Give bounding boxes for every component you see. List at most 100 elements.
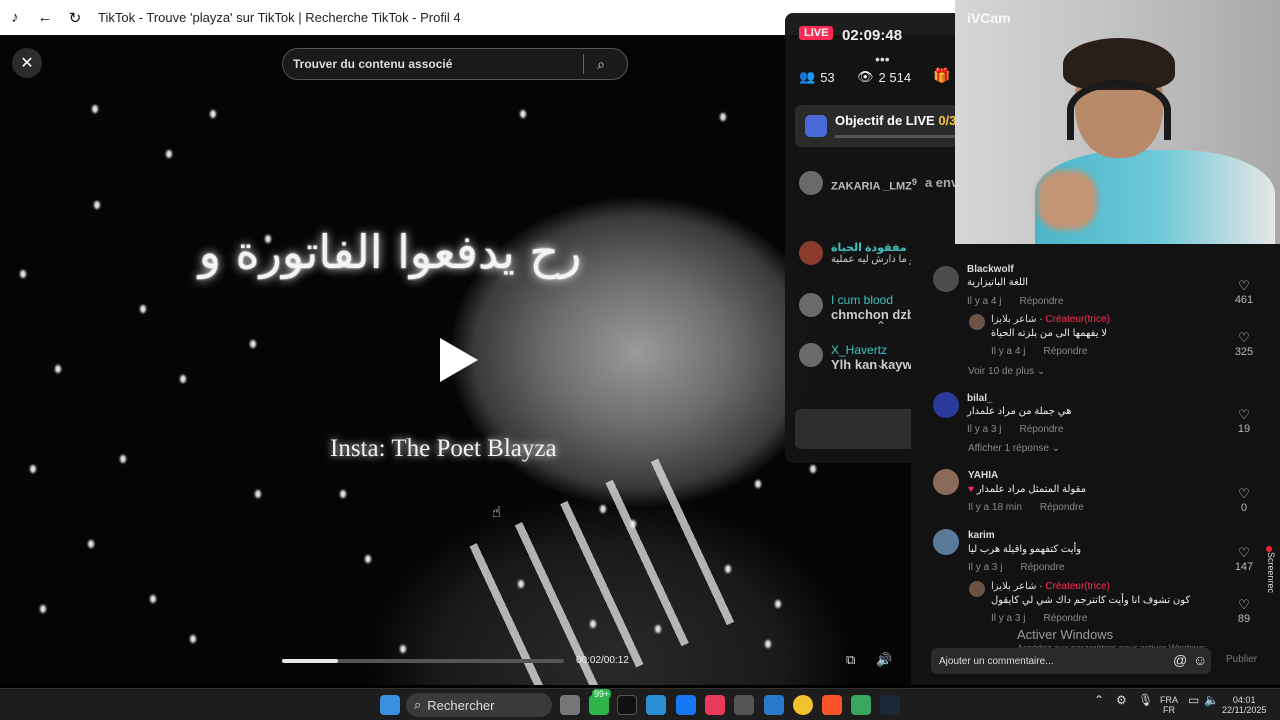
avatar[interactable]	[933, 392, 959, 418]
publish-button[interactable]: Publier	[1226, 654, 1257, 665]
chat-row: I cum blood chmchon dzb	[799, 293, 915, 322]
avatar[interactable]	[969, 314, 985, 330]
like-button[interactable]: ♡ 19	[1229, 407, 1259, 435]
video-player[interactable]: ✕ ⌕ رح يدفعوا الفاتورة و Insta: The Poet…	[0, 35, 911, 685]
comment-user[interactable]: karim	[968, 530, 995, 541]
reply-link[interactable]: Répondre	[1019, 296, 1063, 307]
comment-user[interactable]: Blackwolf	[967, 264, 1014, 275]
snow-particle	[190, 635, 196, 643]
heart-icon: ♡	[1238, 278, 1250, 293]
like-button[interactable]: ♡ 89	[1229, 597, 1259, 625]
reply-user[interactable]: شاعر بلايزا · Créateur(trice)	[991, 314, 1110, 325]
refresh-icon[interactable]: ↻	[60, 0, 90, 35]
comment-user[interactable]: YAHIA	[968, 470, 998, 481]
more-icon[interactable]: •••	[875, 51, 890, 67]
screen-icon[interactable]	[764, 695, 784, 715]
comment-meta: Il y a 4 j Répondre	[967, 296, 1063, 307]
like-button[interactable]: ♡ 147	[1229, 545, 1259, 573]
avatar[interactable]	[933, 469, 959, 495]
steam-icon[interactable]	[880, 695, 900, 715]
mic-icon[interactable]: 🎙	[1138, 694, 1153, 706]
reply-link[interactable]: Répondre	[1020, 562, 1064, 573]
windows-activation-title: Activer Windows	[1017, 627, 1114, 642]
language-indicator[interactable]: FRA FR	[1160, 695, 1178, 715]
reply-link[interactable]: Répondre	[1040, 502, 1084, 513]
network-icon[interactable]: ⚙	[1116, 694, 1127, 706]
chat-user: ZAKARIA _LMZ9	[831, 177, 917, 193]
back-icon[interactable]: ←	[30, 0, 60, 35]
chevron-up-icon[interactable]: ⌃	[1094, 694, 1104, 706]
avatar[interactable]	[969, 581, 985, 597]
app-icon[interactable]	[734, 695, 754, 715]
display-icon[interactable]: ▭	[1188, 694, 1199, 706]
snow-particle	[600, 505, 606, 513]
search-icon[interactable]: ⌕	[584, 56, 618, 73]
goal-icon	[805, 115, 827, 137]
avatar[interactable]	[933, 266, 959, 292]
comment-time: Il y a 4 j	[967, 296, 1002, 307]
capcut-icon[interactable]	[705, 695, 725, 715]
snow-particle	[30, 465, 36, 473]
screenrec-label[interactable]: Screenrec	[1266, 552, 1276, 593]
mention-icon[interactable]: @	[1173, 652, 1187, 668]
snow-particle	[88, 540, 94, 548]
volume-icon[interactable]: 🔈	[1204, 694, 1219, 706]
comment-time: Il y a 18 min	[968, 502, 1022, 513]
facebook-icon[interactable]	[676, 695, 696, 715]
snow-particle	[590, 620, 596, 628]
like-button[interactable]: ♡ 0	[1229, 486, 1259, 514]
comment-meta: Il y a 3 j Répondre	[968, 562, 1064, 573]
edge-icon[interactable]	[646, 695, 666, 715]
pip-icon[interactable]: ⧉	[846, 652, 855, 668]
reply-time: Il y a 3 j	[991, 613, 1026, 624]
close-button[interactable]: ✕	[12, 48, 42, 78]
add-comment-box[interactable]: @ ☺	[931, 648, 1211, 674]
chevron-up-icon[interactable]: ⌃	[876, 319, 886, 333]
tiktok-logo-icon: ♪	[11, 9, 19, 26]
snow-particle	[92, 105, 98, 113]
emoji-icon[interactable]: ☺	[1193, 652, 1207, 668]
snow-particle	[210, 110, 216, 118]
taskbar-search[interactable]: ⌕ Rechercher	[406, 693, 552, 717]
like-button[interactable]: ♡ 461	[1229, 278, 1259, 306]
show-replies[interactable]: Afficher 1 réponse ⌄	[968, 443, 1060, 454]
related-search-input[interactable]	[283, 57, 583, 71]
comment-text: ♥ مقولة المتمثل مراد علمدار	[968, 484, 1087, 495]
chat-message: a env	[924, 175, 959, 190]
reply-user[interactable]: شاعر بلايزا · Créateur(trice)	[991, 581, 1110, 592]
related-search[interactable]: ⌕	[282, 48, 628, 80]
goal-text: Objectif de LIVE 0/39	[835, 113, 964, 128]
snow-particle	[140, 305, 146, 313]
page-title: TikTok - Trouve 'playza' sur TikTok | Re…	[98, 10, 461, 25]
task-view-icon[interactable]	[560, 695, 580, 715]
heart-icon: ♡	[1238, 545, 1250, 560]
video-caption-arabic: رح يدفعوا الفاتورة و	[198, 225, 582, 279]
comment-text: هي جملة من مراد علمدار	[967, 406, 1072, 417]
comment-meta: Il y a 3 j Répondre	[967, 424, 1063, 435]
chrome-icon[interactable]	[793, 695, 813, 715]
reply-link[interactable]: Répondre	[1043, 346, 1087, 357]
like-button[interactable]: ♡ 325	[1229, 330, 1259, 358]
video-caption-insta: Insta: The Poet Blayza	[330, 435, 557, 462]
windows-start-icon[interactable]	[380, 695, 400, 715]
tiktok-taskbar-icon[interactable]	[617, 695, 637, 715]
brave-icon[interactable]	[822, 695, 842, 715]
reply-link[interactable]: Répondre	[1043, 613, 1087, 624]
avatar[interactable]	[933, 529, 959, 555]
chevron-down-icon[interactable]: ⌄	[876, 357, 886, 371]
stack-icon[interactable]	[851, 695, 871, 715]
play-icon[interactable]	[440, 338, 478, 382]
comment-time: Il y a 3 j	[967, 424, 1002, 435]
comment-user[interactable]: bilal_	[967, 393, 993, 404]
taskbar-clock[interactable]: 04:01 22/11/2025	[1222, 695, 1266, 715]
reply-link[interactable]: Répondre	[1019, 424, 1063, 435]
snow-particle	[630, 520, 636, 528]
video-progress-bar[interactable]	[282, 659, 564, 663]
live-viewers: 👥 53	[799, 69, 835, 85]
views-count: 2 514	[878, 69, 912, 85]
live-badge: LIVE	[799, 26, 834, 40]
view-more-replies[interactable]: Voir 10 de plus ⌄	[968, 366, 1045, 377]
gift-icon[interactable]: 🎁	[933, 67, 950, 84]
volume-icon[interactable]: 🔊	[876, 652, 892, 668]
comment-input[interactable]	[931, 648, 1131, 674]
